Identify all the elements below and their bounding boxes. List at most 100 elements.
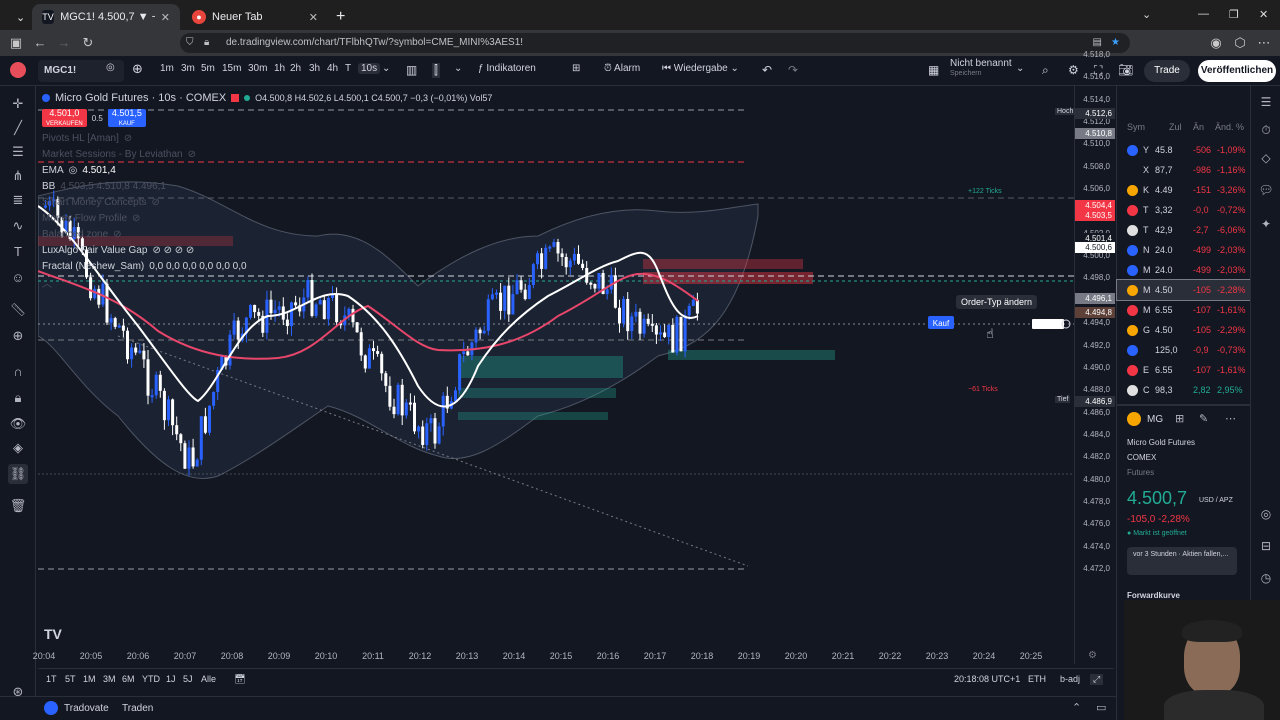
broker-name[interactable]: Tradovate [64,703,109,714]
detail-edit-icon[interactable]: ✎ [1199,412,1208,425]
browser-tab-active[interactable]: TV MGC1! 4.500,7 ▼ −2.28% Nicht ✕ [32,4,180,30]
indicator-bb[interactable]: BB 4.503,5 4.510,8 4.496,1 [42,178,492,194]
text-tool-icon[interactable]: T [8,242,28,262]
link-icon[interactable]: ⛓︎ [8,464,28,484]
undo-icon[interactable]: ↶ [762,63,772,77]
interval-10[interactable]: 10s [358,63,381,74]
show-objects-icon[interactable]: ◈ [8,438,28,458]
interval-0[interactable]: 1m [160,63,174,74]
trade-button[interactable]: Trade [1144,60,1190,82]
chat-icon[interactable]: 💬︎ [1258,182,1274,198]
trend-line-icon[interactable]: ╱ [8,118,28,138]
eye-icon[interactable]: ⊘ ⊘ ⊘ ⊘ [152,245,194,256]
pitchfork-icon[interactable]: ⋔ [8,166,28,186]
bookmark-star-icon[interactable]: ★ [1111,33,1120,53]
publish-button[interactable]: Veröffentlichen [1198,60,1276,82]
col-symbol[interactable]: Sym [1127,122,1145,132]
clock-label[interactable]: 20:18:08 UTC+1 [954,674,1020,684]
workspaces-icon[interactable]: ▣ [8,35,24,51]
watchlist-row[interactable]: M 24.0 -499 -2,03% [1117,260,1251,280]
col-change-pct[interactable]: Änd. % [1215,122,1244,132]
auto-scale-icon[interactable]: ⤢ [1090,674,1104,685]
emoji-icon[interactable]: ☺ [8,268,28,288]
buy-button[interactable]: 4.501,5 KAUF [107,109,146,127]
indicator-sessions[interactable]: Market Sessions - By Leviathan ⊘ [42,146,492,162]
hidden-eye-icon[interactable]: ⊘ [113,229,121,240]
ideas-icon[interactable]: ✦ [1258,216,1274,232]
profile-icon[interactable]: ◉ [1208,35,1224,51]
range-8[interactable]: Alle [201,674,216,684]
interval-1[interactable]: 3m [181,63,195,74]
replay-button[interactable]: ⏮ Wiedergabe ⌄ [662,63,739,74]
watchlist-row[interactable]: N 24.0 -499 -2,03% [1117,240,1251,260]
browser-menu-icon[interactable]: ⋯ [1256,35,1272,51]
trade-tab[interactable]: Traden [122,703,153,714]
redo-icon[interactable]: ↷ [788,63,798,77]
brush-icon[interactable]: ∿ [8,216,28,236]
adjustment-label[interactable]: b-adj [1060,674,1080,684]
interval-3[interactable]: 15m [222,63,241,74]
tab-list-chevron-icon[interactable]: ⌄ [1142,8,1151,21]
indicator-fvg[interactable]: LuxAlgo Fair Value Gap ⊘ ⊘ ⊘ ⊘ [42,242,492,258]
watchlist-row[interactable]: E 6.55 -107 -1,61% [1117,360,1251,380]
notifications-icon[interactable]: ◷ [1258,570,1274,586]
watchlist-row[interactable]: T 42,9 -2,7 -6,06% [1117,220,1251,240]
indicator-pivots[interactable]: Pivots HL [Aman] ⊘ [42,130,492,146]
col-change[interactable]: Än [1193,122,1204,132]
interval-5[interactable]: 1h [274,63,285,74]
hidden-eye-icon[interactable]: ⊘ [124,133,132,144]
candle-type-icon[interactable]: ⫿ [432,63,440,78]
close-tab-icon[interactable]: ✕ [161,11,170,24]
settings-gear-icon[interactable]: ⚙ [1068,63,1079,77]
lock-drawings-icon[interactable]: 🔒︎ [8,388,28,408]
watchlist-row[interactable]: Y 45.8 -506 -1,09% [1117,140,1251,160]
range-0[interactable]: 1T [46,674,57,684]
new-tab-plus-icon[interactable]: + [332,4,354,30]
quick-search-icon[interactable]: ⌕ [1042,63,1049,78]
indicator-mfp[interactable]: Money Flow Profile ⊘ [42,210,492,226]
range-2[interactable]: 1M [83,674,96,684]
watchlist-row[interactable]: G 4.50 -105 -2,29% [1117,320,1251,340]
axis-settings-icon[interactable]: ⚙ [1088,650,1097,661]
hidden-eye-icon[interactable]: ⊘ [188,149,196,160]
chart-pane[interactable]: Kauf +122 Ticks −61 Ticks ☝ Order-Typ än… [38,86,1114,664]
range-7[interactable]: 5J [183,674,193,684]
detail-grid-icon[interactable]: ⊞ [1175,412,1184,425]
zoom-in-icon[interactable]: ⊕ [8,326,28,346]
trash-icon[interactable]: 🗑︎ [8,496,28,516]
horizontal-lines-icon[interactable]: ☰ [8,142,28,162]
reload-icon[interactable]: ↻ [80,35,96,51]
snapshot-camera-icon[interactable]: 📷︎ [1118,63,1133,77]
layout-name-button[interactable]: Nicht benannt Speichern [950,59,1012,79]
watchlist-row[interactable]: M 4.50 -105 -2,28% [1116,279,1252,301]
interval-dropdown-icon[interactable]: ⌄ [382,63,390,74]
close-tab-icon[interactable]: ✕ [309,11,318,24]
browser-tab-new[interactable]: ● Neuer Tab ✕ [182,4,328,30]
goto-date-icon[interactable]: 📅︎ [234,674,245,685]
range-6[interactable]: 1J [166,674,176,684]
price-scale[interactable]: 4.518,0 4.516,0 4.514,0 4.512,0 4.510,0 4.508… [1055,50,1115,664]
expand-panel-icon[interactable]: ⌃ [1072,701,1081,714]
indicators-button[interactable]: ƒ Indikatoren [478,63,536,74]
settings-icon[interactable]: ◎ [69,165,78,176]
sell-button[interactable]: 4.501,0 VERKAUFEN [42,109,87,127]
interval-7[interactable]: 3h [309,63,320,74]
maximize-panel-icon[interactable]: ▭ [1096,701,1106,714]
watchlist-row[interactable]: M 6.55 -107 -1,61% [1117,300,1251,320]
range-3[interactable]: 3M [103,674,116,684]
crosshair-icon[interactable]: ✛ [8,94,28,114]
ruler-icon[interactable]: 📏︎ [8,300,28,320]
maximize-icon[interactable]: ❐ [1229,8,1239,21]
indicator-smc[interactable]: Smart Money Concepts ⊘ [42,194,492,210]
window-close-icon[interactable]: ✕ [1259,8,1268,21]
watchlist-row[interactable]: C 98,3 2,82 2,95% [1117,380,1251,400]
compare-plus-icon[interactable]: ⊕ [132,61,143,77]
interval-2[interactable]: 5m [201,63,215,74]
watchlist-row[interactable]: K 4.49 -151 -3,26% [1117,180,1251,200]
minimize-icon[interactable]: — [1198,8,1209,20]
watchlist-icon[interactable]: ☰ [1258,94,1274,110]
session-label[interactable]: ETH [1028,674,1046,684]
eye-icon[interactable]: 👁︎ [8,414,28,434]
interval-4[interactable]: 30m [248,63,267,74]
magnet-icon[interactable]: ∩ [8,362,28,382]
